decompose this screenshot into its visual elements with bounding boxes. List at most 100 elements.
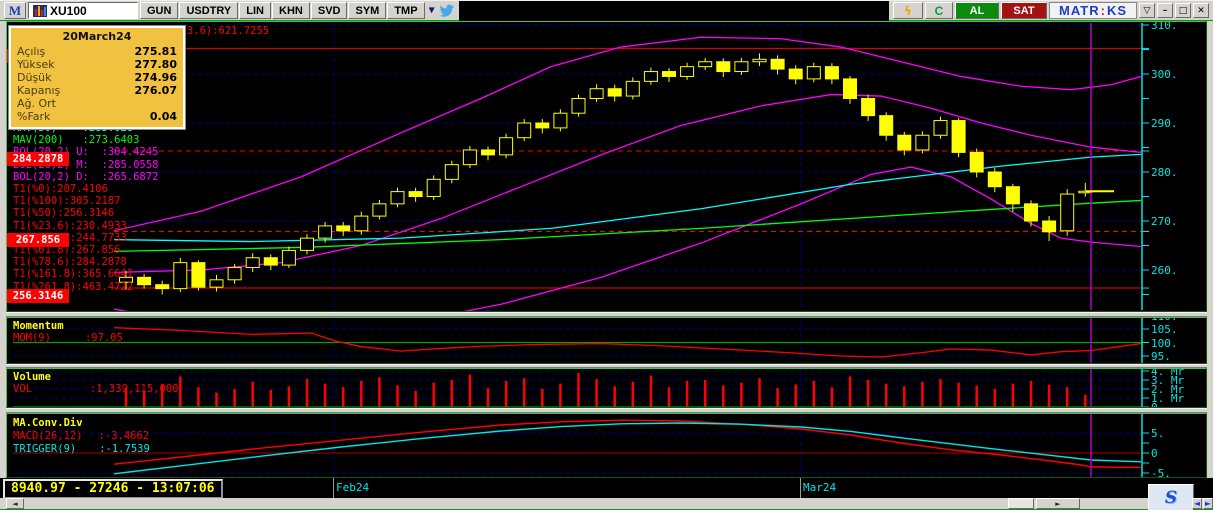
ohlc-tooltip: 20March24 Açılış 275.81 Yüksek 277.80 Düşük 2… [8,25,186,130]
symbol-input[interactable]: XU100 [28,2,138,19]
candle [263,257,278,266]
candle [734,61,749,73]
macd-panel[interactable]: MA.Conv.Div MACD(26,12):-3.4662 TRIGGER(… [6,413,1207,478]
matriks-chart-window: M XU100 GUN USDTRY LIN KHN SVD SYM TMP ▼ ϟ C A… [0,0,1213,510]
candle [1042,220,1057,233]
volume-canvas [13,369,1149,407]
window-right-edge [1207,21,1213,498]
candle [607,88,622,97]
candle [951,120,966,153]
candle [137,276,152,286]
price-chart-canvas [113,23,1149,311]
candle [788,68,803,80]
scroll-thumb[interactable] [1008,498,1034,509]
tooltip-row: Yüksek 277.80 [17,58,177,71]
candle [1024,203,1038,222]
candle [119,276,133,283]
candle [390,191,405,205]
candle [770,58,785,70]
toolbar-left-group: M XU100 GUN USDTRY LIN KHN SVD SYM TMP ▼ [0,1,459,21]
close-button[interactable]: ✕ [1193,3,1209,18]
nav-prev-button[interactable]: ◄ [1192,498,1202,509]
candle [1060,193,1075,232]
buy-button[interactable]: AL [955,2,999,19]
candle [535,122,550,129]
volume-panel[interactable]: Volume VOL:1,339,115,000 4. Mr 3. Mr 2. Mr… [6,368,1207,408]
candle [209,279,224,288]
candle [155,284,170,290]
candle [915,134,930,151]
dropdown-button[interactable]: ▽ [1139,3,1155,18]
momentum-panel[interactable]: Momentum MOM(9):97.05 110.105.100.95. [6,317,1207,364]
tooltip-date: 20March24 [62,30,132,43]
month-label: Feb24 [336,481,370,494]
candle [643,71,658,82]
symbol-text: XU100 [50,3,87,18]
horizontal-scrollbar[interactable]: ◄ ► S ◄ ► [0,484,1213,510]
candle [426,178,441,198]
month-label: Mar24 [803,481,837,494]
toolbar-button-gun[interactable]: GUN [140,2,179,19]
candle [227,267,242,281]
candle [589,88,604,99]
minimize-button[interactable]: – [1157,3,1173,18]
twitter-icon[interactable] [439,4,455,18]
tooltip-row: Ağ. Ort [17,97,56,110]
tooltip-row: Açılış 275.81 [17,45,177,58]
toolbar-button-svd[interactable]: SVD [310,2,348,19]
candle [408,191,423,198]
time-axis-bar: 8940.97 - 27246 - 13:07:06 Feb24 Mar24 [0,478,1213,499]
window-left-edge [0,21,6,498]
candle [824,66,839,80]
momentum-canvas [13,318,1149,363]
month-tick [800,478,801,498]
candle [806,66,821,80]
toolbar-buttons: GUN USDTRY LIN KHN SVD SYM TMP [140,2,425,19]
candle [716,61,731,73]
price-chart-panel[interactable]: T1(%423.6):621.7255 MAV(50) :283.028MAV(… [6,21,1207,312]
candle [571,98,586,114]
candle [625,80,640,97]
candle [987,171,1002,188]
status-ticker: 8940.97 - 27246 - 13:07:06 [3,479,223,499]
toolbar-button-khn[interactable]: KHN [272,2,310,19]
scroll-right-button[interactable]: ► [1036,498,1080,509]
candle [191,262,206,288]
app-menu-button[interactable]: M [4,2,26,19]
matriks-s-logo-button[interactable]: S [1148,484,1194,510]
candle [517,122,532,139]
candle [752,58,767,63]
toolbar-right-group: ϟ C AL SAT MATR: KS ▽ – □ ✕ [889,1,1213,21]
c-button[interactable]: C [925,2,953,19]
nav-next-button[interactable]: ► [1203,498,1213,509]
candle [300,237,314,251]
toolbar-button-sym[interactable]: SYM [348,2,387,19]
toolbar-button-lin[interactable]: LIN [239,2,272,19]
sell-button[interactable]: SAT [1001,2,1047,19]
scroll-left-button[interactable]: ◄ [6,498,24,509]
candle [444,164,459,180]
macd-canvas [13,414,1149,477]
matriks-logo: MATR: KS [1049,2,1137,19]
candle [680,66,695,77]
candle [372,203,387,217]
restore-button[interactable]: □ [1175,3,1191,18]
tooltip-row: %Fark 0.04 [17,110,177,123]
candle [354,215,369,232]
toolbar-button-tmp[interactable]: TMP [387,2,425,19]
window-controls: ▽ – □ ✕ [1139,3,1209,18]
candle [173,262,188,290]
month-tick [333,478,334,498]
candle [281,249,296,266]
candle [879,115,894,136]
candle [481,149,495,156]
tooltip-row: Kapanış 276.07 [17,84,177,97]
candle [318,225,333,239]
candle [462,149,477,166]
flash-button[interactable]: ϟ [893,2,923,19]
candle [662,71,676,77]
chevron-down-icon[interactable]: ▼ [427,5,437,16]
candle [969,151,984,173]
toolbar-button-usdtry[interactable]: USDTRY [179,2,239,19]
toolbar: M XU100 GUN USDTRY LIN KHN SVD SYM TMP ▼ ϟ C A… [0,1,1213,21]
